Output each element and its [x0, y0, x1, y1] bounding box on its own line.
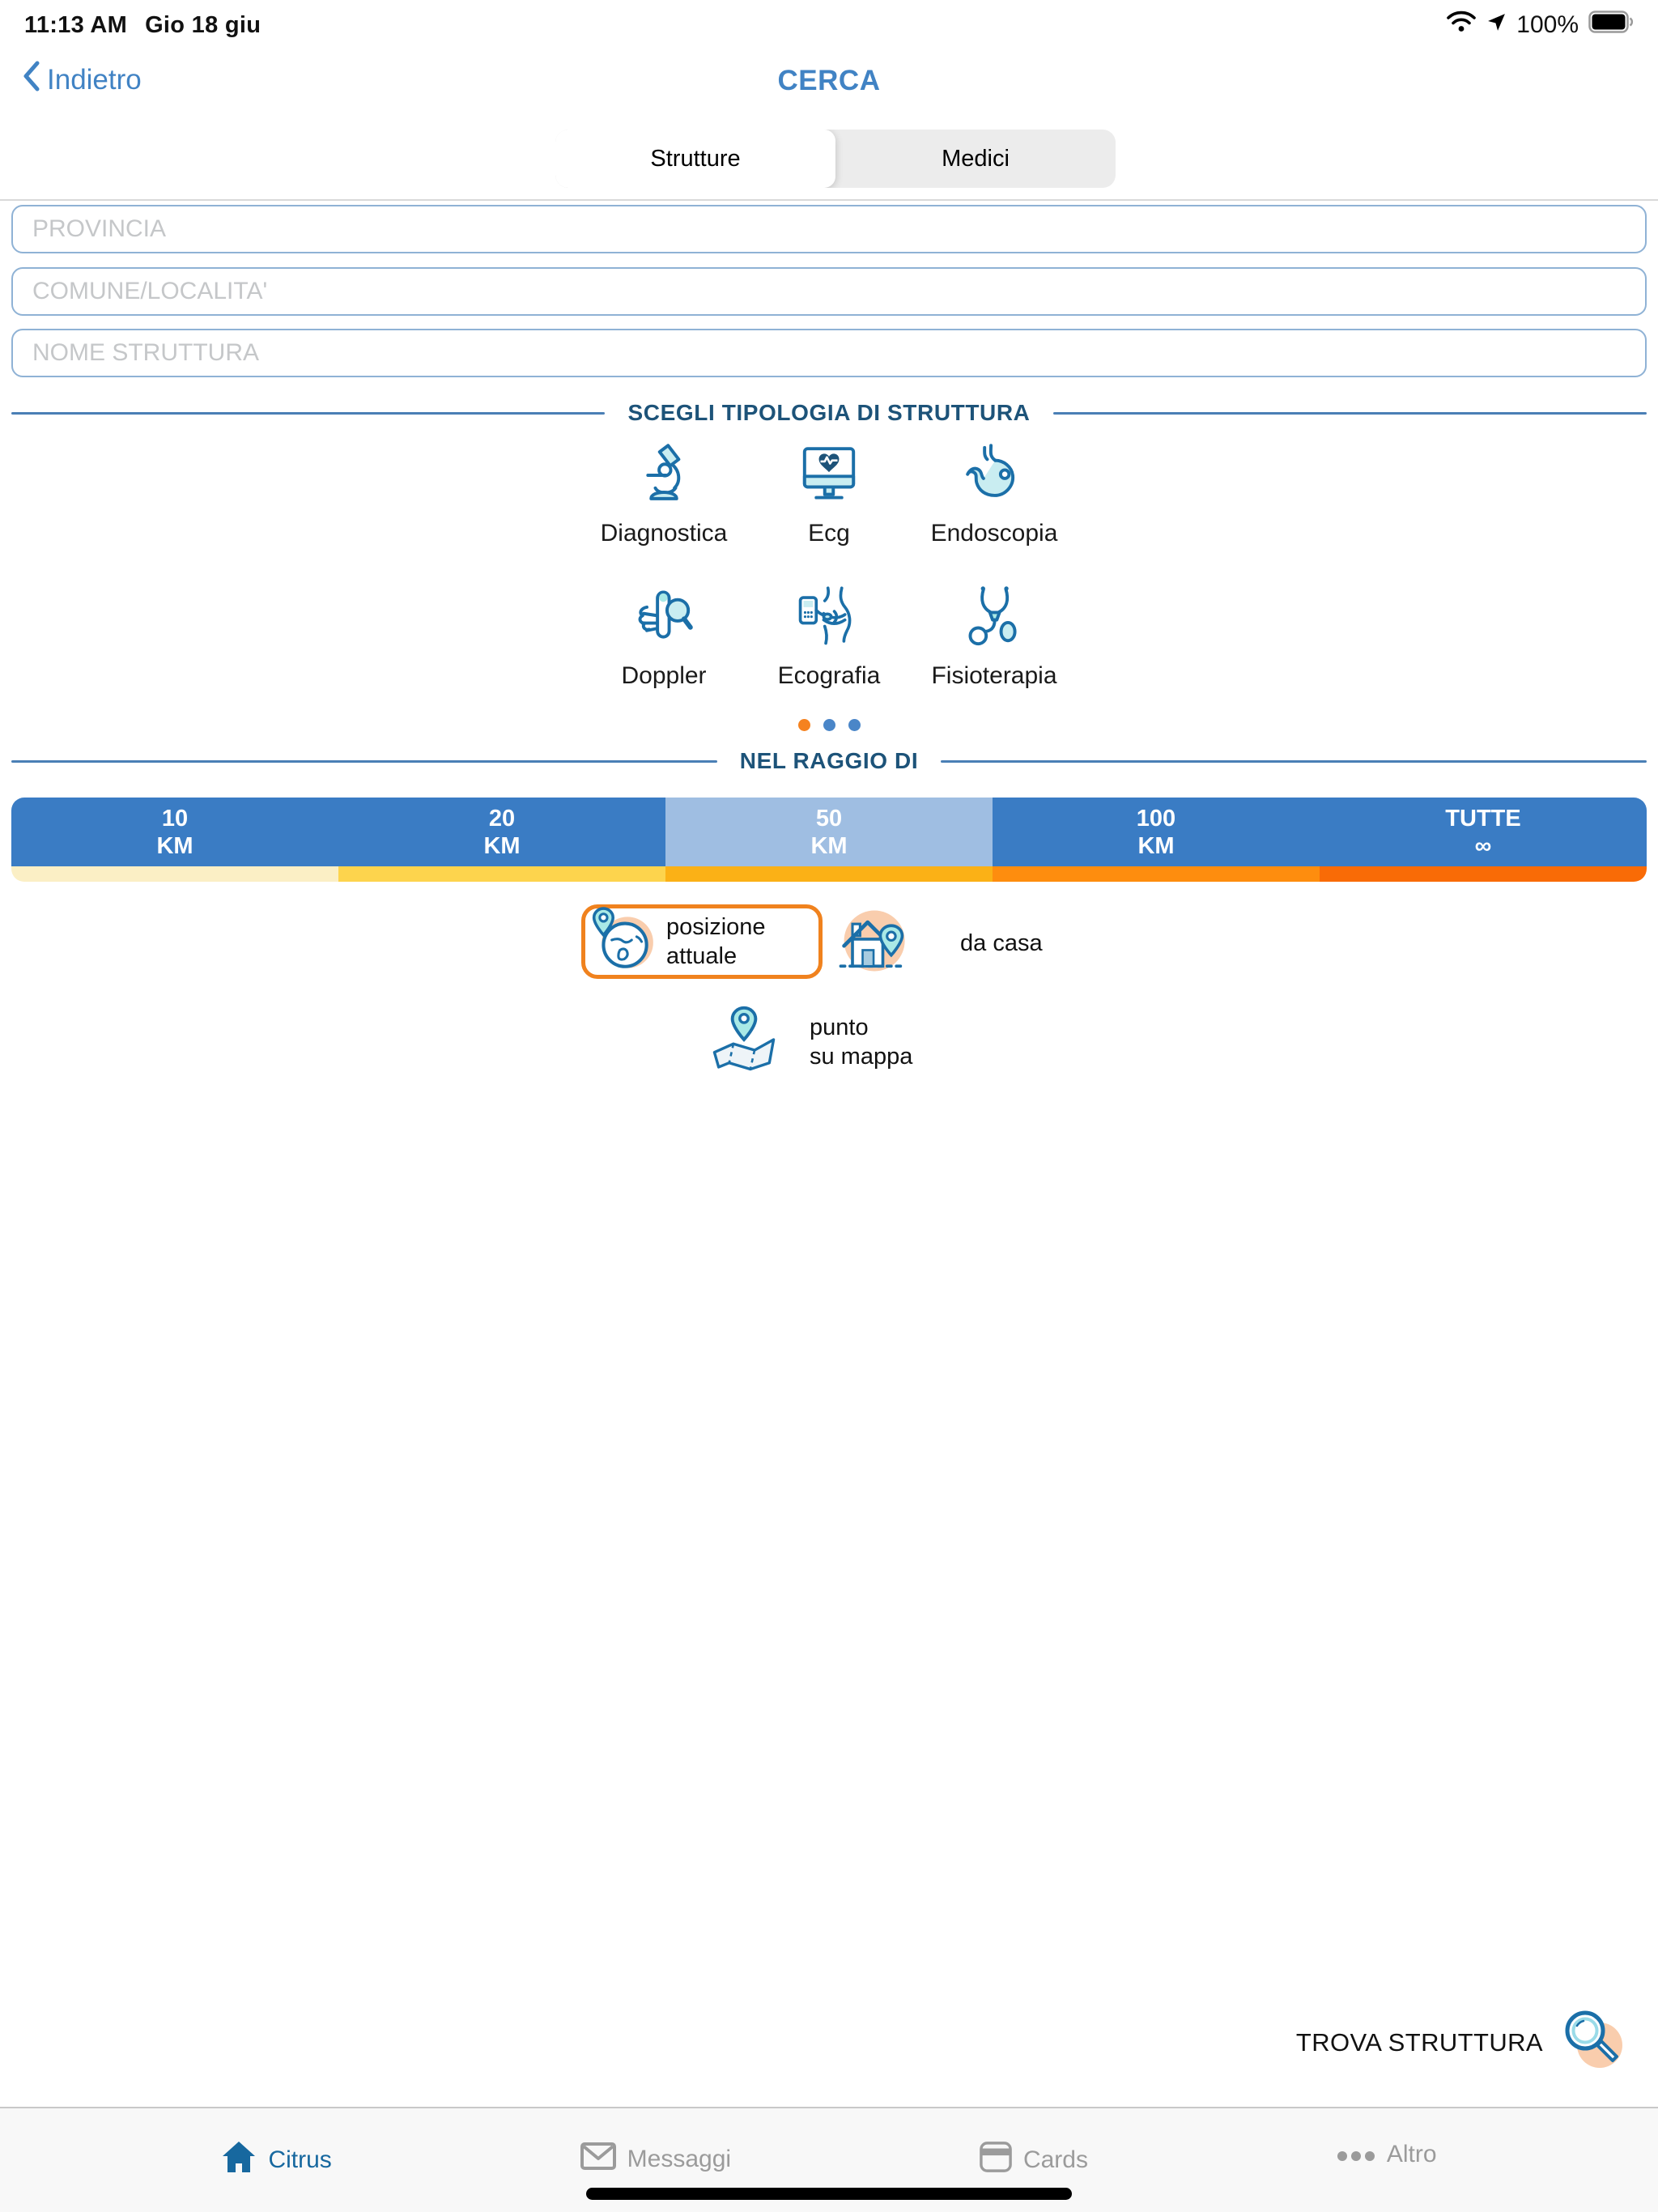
posizione-attuale-line2: attuale	[666, 942, 766, 971]
punto-su-mappa-line2: su mappa	[810, 1042, 912, 1071]
tab-medici[interactable]: Medici	[835, 130, 1116, 188]
house-pin-icon	[832, 904, 913, 982]
nome-struttura-input[interactable]	[11, 329, 1647, 377]
radius-option-20km[interactable]: 20 KM	[338, 798, 665, 866]
tab-label: Messaggi	[627, 2146, 731, 2173]
type-label: Ecg	[808, 520, 850, 547]
tab-label: Citrus	[268, 2146, 331, 2174]
da-casa-label: da casa	[960, 931, 1043, 955]
map-pin-icon	[706, 1006, 782, 1078]
battery-icon	[1588, 11, 1634, 40]
radius-unit: KM	[1137, 832, 1174, 860]
wifi-icon	[1446, 11, 1477, 40]
radius-value: 10	[162, 805, 188, 832]
radius-value: 100	[1137, 805, 1175, 832]
tab-messaggi[interactable]: Messaggi	[580, 2141, 731, 2178]
magnifier-icon	[1558, 2006, 1626, 2078]
type-item-diagnostica[interactable]: Diagnostica	[581, 439, 746, 547]
pager-dot	[823, 719, 835, 731]
type-label: Fisioterapia	[931, 662, 1056, 690]
radius-option-10km[interactable]: 10 KM	[11, 798, 338, 866]
tab-altro[interactable]: Altro	[1337, 2141, 1437, 2168]
type-item-fisioterapia[interactable]: Fisioterapia	[912, 581, 1077, 690]
header-line-left	[11, 412, 605, 415]
radius-value: TUTTE	[1445, 805, 1520, 832]
status-bar: 11:13 AM Gio 18 giu 100%	[0, 0, 1658, 45]
type-grid: Diagnostica Ecg Endoscopia	[581, 439, 1077, 690]
section-title-raggio: NEL RAGGIO DI	[740, 748, 918, 774]
page-title: CERCA	[0, 65, 1658, 97]
radius-option-tutte[interactable]: TUTTE ∞	[1320, 798, 1647, 866]
tab-label: Altro	[1387, 2141, 1437, 2168]
type-item-ecografia[interactable]: Ecografia	[746, 581, 912, 690]
header-line-right	[941, 760, 1647, 763]
globe-pin-icon	[589, 907, 658, 977]
ecg-monitor-icon	[795, 439, 863, 510]
radius-unit: KM	[810, 832, 847, 860]
location-option-punto-su-mappa[interactable]: punto su mappa	[706, 1006, 912, 1078]
section-header-tipologia: SCEGLI TIPOLOGIA DI STRUTTURA	[11, 400, 1647, 426]
provincia-input[interactable]	[11, 205, 1647, 253]
radius-unit: KM	[156, 832, 193, 860]
home-icon	[221, 2141, 257, 2180]
battery-percent: 100%	[1516, 11, 1579, 39]
header-line-right	[1053, 412, 1647, 415]
section-header-raggio: NEL RAGGIO DI	[11, 748, 1647, 774]
tab-citrus[interactable]: Citrus	[221, 2141, 331, 2180]
type-label: Endoscopia	[931, 520, 1058, 547]
posizione-attuale-line1: posizione	[666, 912, 766, 942]
punto-su-mappa-line1: punto	[810, 1013, 912, 1042]
section-title-tipologia: SCEGLI TIPOLOGIA DI STRUTTURA	[627, 400, 1030, 426]
type-pager[interactable]	[0, 719, 1658, 731]
type-item-doppler[interactable]: Doppler	[581, 581, 746, 690]
comune-localita-input[interactable]	[11, 267, 1647, 316]
status-time: 11:13 AM	[24, 12, 127, 39]
pager-dot-active	[798, 719, 810, 731]
envelope-icon	[580, 2141, 616, 2178]
status-date: Gio 18 giu	[145, 12, 261, 39]
type-label: Doppler	[621, 662, 706, 690]
stethoscope-icon	[960, 581, 1028, 653]
radius-unit: KM	[483, 832, 520, 860]
trova-struttura-label: TROVA STRUTTURA	[1296, 2028, 1543, 2057]
radius-selector: 10 KM 20 KM 50 KM 100 KM TUTTE ∞	[11, 798, 1647, 882]
tab-label: Cards	[1023, 2146, 1088, 2174]
type-item-ecg[interactable]: Ecg	[746, 439, 912, 547]
vessel-magnifier-icon	[630, 581, 698, 653]
radius-color-strip	[11, 866, 1647, 882]
ultrasound-belly-icon	[795, 581, 863, 653]
type-item-endoscopia[interactable]: Endoscopia	[912, 439, 1077, 547]
radius-option-50km[interactable]: 50 KM	[665, 798, 993, 866]
microscope-icon	[630, 439, 698, 510]
type-label: Ecografia	[778, 662, 881, 690]
segmented-control: Strutture Medici	[555, 130, 1116, 188]
location-option-posizione-attuale[interactable]: posizione attuale	[581, 904, 823, 979]
stomach-icon	[960, 439, 1028, 510]
radius-value: 20	[489, 805, 515, 832]
credit-card-icon	[980, 2141, 1012, 2180]
radius-option-100km[interactable]: 100 KM	[993, 798, 1320, 866]
type-label: Diagnostica	[601, 520, 728, 547]
tab-strutture[interactable]: Strutture	[555, 130, 835, 188]
header-line-left	[11, 760, 717, 763]
radius-unit: ∞	[1475, 832, 1492, 860]
radius-value: 50	[816, 805, 842, 832]
location-arrow-icon	[1486, 11, 1507, 39]
ellipsis-icon	[1337, 2141, 1375, 2168]
pager-dot	[848, 719, 861, 731]
location-option-da-casa[interactable]: da casa	[832, 904, 1043, 982]
tab-cards[interactable]: Cards	[980, 2141, 1088, 2180]
nav-divider	[0, 199, 1658, 201]
home-indicator[interactable]	[586, 2188, 1072, 2200]
trova-struttura-button[interactable]: TROVA STRUTTURA	[1296, 2006, 1626, 2078]
